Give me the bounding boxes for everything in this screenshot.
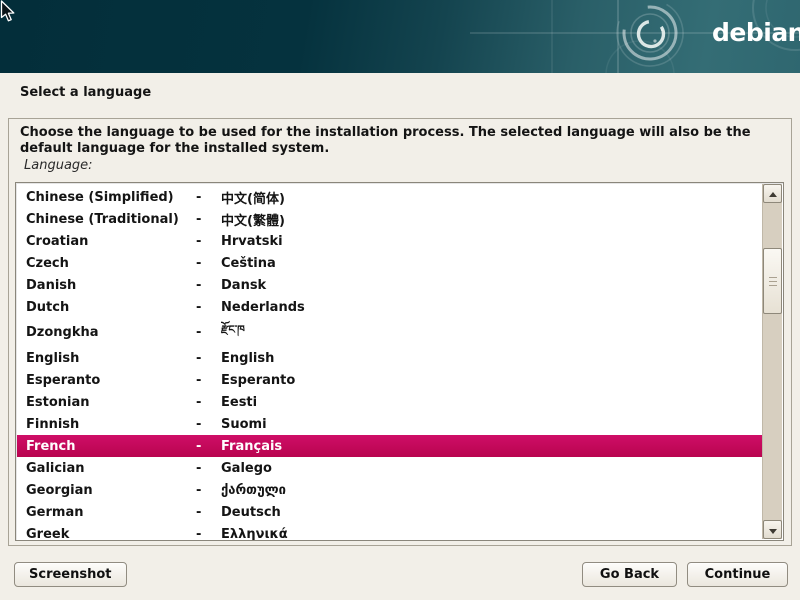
continue-button[interactable]: Continue — [687, 562, 788, 587]
language-name: Danish — [17, 278, 196, 293]
scroll-up-icon — [769, 192, 777, 197]
separator: - — [196, 439, 221, 454]
language-name: French — [17, 439, 196, 454]
language-list-item[interactable]: Estonian-Eesti — [17, 391, 762, 413]
language-name: Dutch — [17, 300, 196, 315]
thumb-grip — [769, 285, 777, 286]
language-native-name: English — [221, 351, 762, 366]
language-list-item[interactable]: Dutch-Nederlands — [17, 296, 762, 318]
language-name: English — [17, 351, 196, 366]
scroll-down-icon — [769, 529, 777, 534]
language-native-name: Ελληνικά — [221, 527, 762, 542]
language-list-item[interactable]: Finnish-Suomi — [17, 413, 762, 435]
language-list-item[interactable]: Dzongkha-རྫོང་ཁ — [17, 318, 762, 347]
language-name: German — [17, 505, 196, 520]
separator: - — [196, 325, 221, 340]
language-name: Chinese (Traditional) — [17, 212, 196, 227]
language-list-item[interactable]: German-Deutsch — [17, 501, 762, 523]
language-name: Galician — [17, 461, 196, 476]
language-native-name: Galego — [221, 461, 762, 476]
separator: - — [196, 483, 221, 498]
language-native-name: རྫོང་ཁ — [221, 317, 762, 348]
language-native-name: Nederlands — [221, 300, 762, 315]
language-name: Georgian — [17, 483, 196, 498]
debian-swirl-artwork — [0, 0, 800, 73]
language-native-name: Suomi — [221, 417, 762, 432]
separator: - — [196, 278, 221, 293]
language-native-name: Esperanto — [221, 373, 762, 388]
language-native-name: Dansk — [221, 278, 762, 293]
main-panel: Choose the language to be used for the i… — [8, 118, 792, 546]
separator: - — [196, 417, 221, 432]
language-list-item[interactable]: English-English — [17, 347, 762, 369]
separator: - — [196, 395, 221, 410]
mouse-cursor-icon — [0, 0, 17, 23]
separator: - — [196, 373, 221, 388]
separator: - — [196, 527, 221, 542]
go-back-button[interactable]: Go Back — [582, 562, 677, 587]
separator: - — [196, 505, 221, 520]
separator: - — [196, 256, 221, 271]
language-native-name: Deutsch — [221, 505, 762, 520]
language-name: Estonian — [17, 395, 196, 410]
vertical-scrollbar[interactable] — [762, 184, 782, 539]
language-native-name: Français — [221, 439, 762, 454]
language-name: Greek — [17, 527, 196, 542]
language-native-name: Hrvatski — [221, 234, 762, 249]
language-list: Chinese (Simplified)-中文(简体)Chinese (Trad… — [17, 186, 762, 541]
debian-logo-text: debian8 — [712, 18, 800, 47]
language-list-item[interactable]: Greek-Ελληνικά — [17, 523, 762, 541]
language-name: Dzongkha — [17, 325, 196, 340]
language-name: Chinese (Simplified) — [17, 190, 196, 205]
language-name: Czech — [17, 256, 196, 271]
thumb-grip — [769, 281, 777, 282]
language-native-name: 中文(简体) — [221, 188, 762, 207]
debian-banner: debian8 — [0, 0, 800, 73]
language-list-item[interactable]: Chinese (Traditional)-中文(繁體) — [17, 208, 762, 230]
language-list-item[interactable]: Danish-Dansk — [17, 274, 762, 296]
language-native-name: Čeština — [221, 256, 762, 271]
separator: - — [196, 461, 221, 476]
separator: - — [196, 190, 221, 205]
instruction-text: Choose the language to be used for the i… — [20, 125, 768, 157]
installer-window: debian8 Select a language Choose the lan… — [0, 0, 800, 600]
language-list-item[interactable]: Galician-Galego — [17, 457, 762, 479]
separator: - — [196, 351, 221, 366]
scroll-down-button[interactable] — [763, 520, 782, 539]
scroll-up-button[interactable] — [763, 184, 782, 203]
language-native-name: Eesti — [221, 395, 762, 410]
separator: - — [196, 300, 221, 315]
thumb-grip — [769, 277, 777, 278]
language-native-name: ქართული — [221, 483, 762, 498]
language-list-item[interactable]: Czech-Čeština — [17, 252, 762, 274]
page-title: Select a language — [20, 85, 151, 100]
language-list-item[interactable]: French-Français — [17, 435, 762, 457]
separator: - — [196, 234, 221, 249]
scrollbar-thumb[interactable] — [763, 248, 782, 314]
separator: - — [196, 212, 221, 227]
language-field-label: Language: — [24, 158, 93, 173]
language-name: Croatian — [17, 234, 196, 249]
language-list-item[interactable]: Georgian-ქართული — [17, 479, 762, 501]
language-list-item[interactable]: Esperanto-Esperanto — [17, 369, 762, 391]
screenshot-button[interactable]: Screenshot — [14, 562, 127, 587]
language-list-item[interactable]: Croatian-Hrvatski — [17, 230, 762, 252]
language-name: Finnish — [17, 417, 196, 432]
language-listbox: Chinese (Simplified)-中文(简体)Chinese (Trad… — [15, 182, 784, 541]
language-name: Esperanto — [17, 373, 196, 388]
language-native-name: 中文(繁體) — [221, 210, 762, 229]
language-list-item[interactable]: Chinese (Simplified)-中文(简体) — [17, 186, 762, 208]
